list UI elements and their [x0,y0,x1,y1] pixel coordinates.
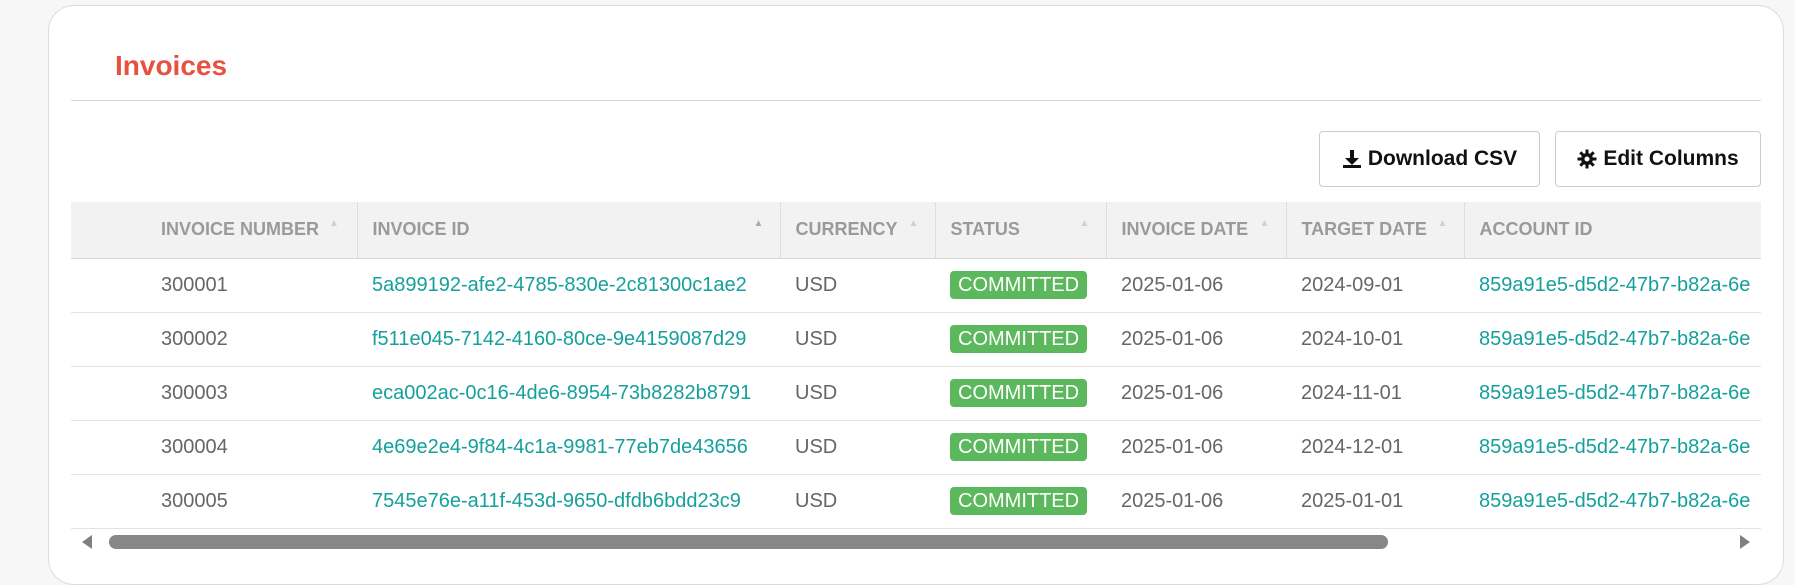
scrollbar-thumb[interactable] [109,535,1388,549]
account-id-link[interactable]: 859a91e5-d5d2-47b7-b82a-6e [1464,312,1761,367]
sort-asc-icon: ▲ [1437,218,1448,229]
invoice-id-link[interactable]: eca002ac-0c16-4de6-8954-73b8282b8791 [357,366,780,421]
table-row: 300003 eca002ac-0c16-4de6-8954-73b8282b8… [71,366,1761,421]
status-badge: COMMITTED [950,379,1088,407]
invoice-number-cell: 300005 [71,474,357,529]
currency-cell: USD [780,420,935,475]
invoice-date-cell: 2025-01-06 [1106,258,1286,313]
download-icon [1342,150,1361,168]
scroll-right-arrow-icon[interactable] [1740,535,1750,549]
invoice-number-cell: 300003 [71,366,357,421]
target-date-cell: 2024-09-01 [1286,258,1464,313]
status-cell: COMMITTED [935,312,1106,367]
sort-asc-icon: ▲ [329,218,339,229]
account-id-link[interactable]: 859a91e5-d5d2-47b7-b82a-6e [1464,258,1761,313]
sort-asc-icon: ▲ [753,218,764,229]
scroll-left-arrow-icon[interactable] [82,535,92,549]
status-cell: COMMITTED [935,366,1106,421]
column-header-invoice-number[interactable]: INVOICE NUMBER ▲ [71,202,357,259]
table-header-row: INVOICE NUMBER ▲ INVOICE ID ▲ CURRENCY ▲… [71,202,1761,259]
title-divider [71,100,1761,101]
invoice-date-cell: 2025-01-06 [1106,366,1286,421]
invoice-number-cell: 300004 [71,420,357,475]
column-header-account-id[interactable]: ACCOUNT ID [1463,202,1761,259]
table-row: 300005 7545e76e-a11f-453d-9650-dfdb6bdd2… [71,474,1761,529]
invoice-id-link[interactable]: f511e045-7142-4160-80ce-9e4159087d29 [357,312,780,367]
invoice-id-link[interactable]: 7545e76e-a11f-453d-9650-dfdb6bdd23c9 [357,474,780,529]
invoices-table: INVOICE NUMBER ▲ INVOICE ID ▲ CURRENCY ▲… [71,202,1761,529]
table-row: 300004 4e69e2e4-9f84-4c1a-9981-77eb7de43… [71,420,1761,475]
sort-asc-icon: ▲ [908,218,919,229]
table-row: 300002 f511e045-7142-4160-80ce-9e4159087… [71,312,1761,367]
invoice-number-cell: 300001 [71,258,357,313]
sort-asc-icon: ▲ [1079,218,1090,229]
invoices-table-wrapper: INVOICE NUMBER ▲ INVOICE ID ▲ CURRENCY ▲… [71,202,1761,532]
target-date-cell: 2024-10-01 [1286,312,1464,367]
target-date-cell: 2024-12-01 [1286,420,1464,475]
invoice-id-link[interactable]: 4e69e2e4-9f84-4c1a-9981-77eb7de43656 [357,420,780,475]
status-cell: COMMITTED [935,258,1106,313]
edit-columns-button[interactable]: Edit Columns [1555,131,1761,187]
account-id-link[interactable]: 859a91e5-d5d2-47b7-b82a-6e [1464,366,1761,421]
invoice-id-link[interactable]: 5a899192-afe2-4785-830e-2c81300c1ae2 [357,258,780,313]
target-date-cell: 2025-01-01 [1286,474,1464,529]
horizontal-scrollbar[interactable] [71,532,1761,550]
account-id-link[interactable]: 859a91e5-d5d2-47b7-b82a-6e [1464,420,1761,475]
status-cell: COMMITTED [935,420,1106,475]
status-badge: COMMITTED [950,487,1088,515]
invoice-number-cell: 300002 [71,312,357,367]
page-title: Invoices [115,50,228,81]
column-header-status[interactable]: STATUS ▲ [934,202,1106,259]
status-badge: COMMITTED [950,271,1088,299]
column-header-currency[interactable]: CURRENCY ▲ [779,202,935,259]
currency-cell: USD [780,258,935,313]
column-header-invoice-id[interactable]: INVOICE ID ▲ [356,202,780,259]
download-csv-label: Download CSV [1367,147,1518,170]
invoice-date-cell: 2025-01-06 [1106,474,1286,529]
status-cell: COMMITTED [935,474,1106,529]
column-header-target-date[interactable]: TARGET DATE ▲ [1285,202,1464,259]
download-csv-button[interactable]: Download CSV [1319,131,1540,187]
sort-asc-icon: ▲ [1259,218,1270,229]
invoice-date-cell: 2025-01-06 [1106,312,1286,367]
edit-columns-label: Edit Columns [1603,147,1739,170]
column-header-invoice-date[interactable]: INVOICE DATE ▲ [1105,202,1286,259]
invoice-date-cell: 2025-01-06 [1106,420,1286,475]
table-row: 300001 5a899192-afe2-4785-830e-2c81300c1… [71,258,1761,313]
currency-cell: USD [780,366,935,421]
currency-cell: USD [780,312,935,367]
status-badge: COMMITTED [950,433,1088,461]
currency-cell: USD [780,474,935,529]
gear-icon [1577,149,1597,169]
status-badge: COMMITTED [950,325,1088,353]
target-date-cell: 2024-11-01 [1286,366,1464,421]
account-id-link[interactable]: 859a91e5-d5d2-47b7-b82a-6e [1464,474,1761,529]
